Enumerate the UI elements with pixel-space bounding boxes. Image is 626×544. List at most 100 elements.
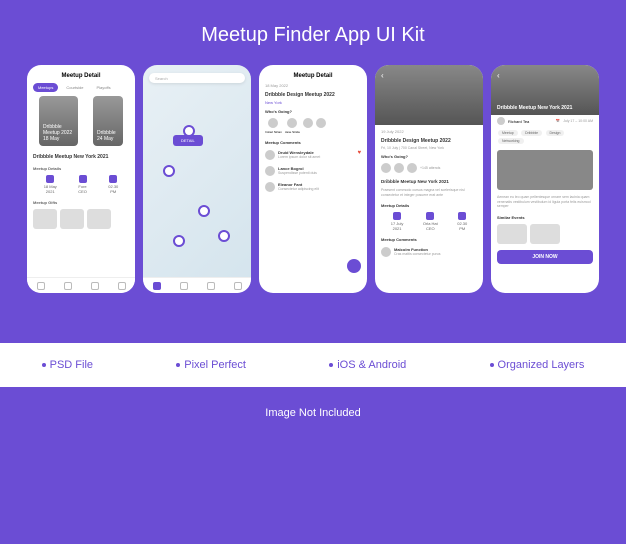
screen-title: Meetup Detail [259,65,367,83]
avatar[interactable] [287,118,297,128]
comment-text: Lorem ipsum dolor sit amet [278,155,354,159]
footer-note: Image Not Included [0,387,626,439]
search-input[interactable]: Search [149,73,245,83]
details-heading: Meetup Details [27,162,135,173]
similar-event-card[interactable] [530,224,560,244]
screens-row: Meetup Detail Meetups Courtside Playoffs… [0,65,626,293]
event-heading: Dribbble Meetup New York 2021 [497,105,572,111]
comments-heading: Meetup Comments [259,136,367,147]
screen-5: ‹ Dribbble Meetup New York 2021 Richard … [491,65,599,293]
comment-item: Druid WensleydaleLorem ipsum dolor sit a… [259,147,367,163]
similar-row [491,222,599,246]
back-icon[interactable]: ‹ [381,71,384,80]
nav-chat-icon[interactable] [64,282,72,290]
detail-time: 02.30PM [108,175,118,194]
event-date: 19 July 2022 [375,125,483,134]
avatar[interactable] [407,163,417,173]
back-icon[interactable]: ‹ [497,71,500,80]
nav-profile-icon[interactable] [234,282,242,290]
gifts-heading: Meetup Gifts [27,196,135,207]
clock-icon [458,212,466,220]
comment-text: Cras mattis consectetur purus [394,252,477,256]
avatar[interactable] [381,163,391,173]
cover-image: ‹ Dribbble Meetup New York 2021 [491,65,599,115]
avatar[interactable] [303,118,313,128]
whos-going-heading: Who's Going? [375,150,483,161]
avatar[interactable] [268,118,278,128]
details-row: 17 July2021 Orla HatCEO 02.30PM [375,210,483,233]
detail-date: 17 July2021 [391,212,404,231]
map-pin[interactable] [173,235,185,247]
bullet-icon [490,363,494,367]
avatar[interactable] [394,163,404,173]
event-card[interactable]: Dribbble24 May [93,96,123,146]
bullet-icon [329,363,333,367]
gifts-row [27,207,135,231]
attendees-row: +145 attends [375,161,483,175]
card-date: 24 May [97,136,116,142]
nav-home-icon[interactable] [153,282,161,290]
detail-date: 18 May2021 [44,175,57,194]
event-subheading: Dribbble Meetup New York 2021 [375,175,483,186]
screen-title: Meetup Detail [27,65,135,83]
tag-pill[interactable]: Networking [498,138,524,144]
attendee-name: Imtiaz Nirtan [265,130,282,134]
detail-button[interactable]: DETAIL [173,135,203,146]
event-description: Aenean eu leo quam pellentesque ornare s… [491,193,599,211]
avatar[interactable] [265,166,275,176]
gift-item[interactable] [87,209,111,229]
tab-playoffs[interactable]: Playoffs [91,83,115,92]
screen-4: ‹ 19 July 2022 Dribbble Design Meetup 20… [375,65,483,293]
user-icon [79,175,87,183]
similar-heading: Similar Events [491,211,599,222]
bottom-nav [27,277,135,293]
tag-pill[interactable]: Dribbble [521,130,542,136]
tab-courtside[interactable]: Courtside [61,83,88,92]
detail-host: Orla HatCEO [423,212,438,231]
nav-home-icon[interactable] [37,282,45,290]
map-view[interactable] [143,65,251,293]
author-row: Richard Tea 📅 July 17 – 10:00 AM [491,115,599,127]
nav-calendar-icon[interactable] [207,282,215,290]
tab-meetups[interactable]: Meetups [33,83,58,92]
feature-item: Pixel Perfect [176,359,246,371]
bottom-nav [143,277,251,293]
tabs: Meetups Courtside Playoffs [27,83,135,92]
map-pin[interactable] [163,165,175,177]
send-fab[interactable] [347,259,361,273]
avatar[interactable] [497,117,505,125]
nav-calendar-icon[interactable] [91,282,99,290]
calendar-icon [46,175,54,183]
map-pin[interactable] [218,230,230,242]
event-datetime: July 17 – 10:00 AM [563,119,593,123]
author-name: Richard Tea [508,119,529,124]
avatar[interactable] [316,118,326,128]
avatar[interactable] [265,150,275,160]
avatar[interactable] [265,182,275,192]
avatar[interactable] [381,247,391,257]
whos-going-heading: Who's Going? [259,105,367,116]
feature-item: PSD File [42,359,93,371]
join-button[interactable]: JOIN NOW [497,250,593,264]
details-heading: Meetup Details [375,199,483,210]
map-pin[interactable] [198,205,210,217]
gift-item[interactable] [60,209,84,229]
gift-item[interactable] [33,209,57,229]
bullet-icon [176,363,180,367]
nav-profile-icon[interactable] [118,282,126,290]
comment-item: Lance BogrolSuspendisse potenti duis [259,163,367,179]
event-card[interactable]: Dribbble Meetup 202218 May [39,96,78,146]
event-image [497,150,593,190]
heart-icon[interactable]: ♥ [357,150,361,160]
page-title: Meetup Finder App UI Kit [0,0,626,65]
features-bar: PSD File Pixel Perfect iOS & Android Org… [0,343,626,387]
similar-event-card[interactable] [497,224,527,244]
attendees-row: Imtiaz Nirtan Jane Stride [259,116,367,136]
feature-item: Organized Layers [490,359,585,371]
tag-pill[interactable]: Meetup [498,130,518,136]
tag-pill[interactable]: Design [546,130,565,136]
comment-item: Eleanor FantConsectetur adipiscing elit [259,179,367,195]
event-description: Praesent commodo cursus magna vel sceler… [375,186,483,199]
nav-chat-icon[interactable] [180,282,188,290]
attendee-name: Jane Stride [285,130,300,134]
